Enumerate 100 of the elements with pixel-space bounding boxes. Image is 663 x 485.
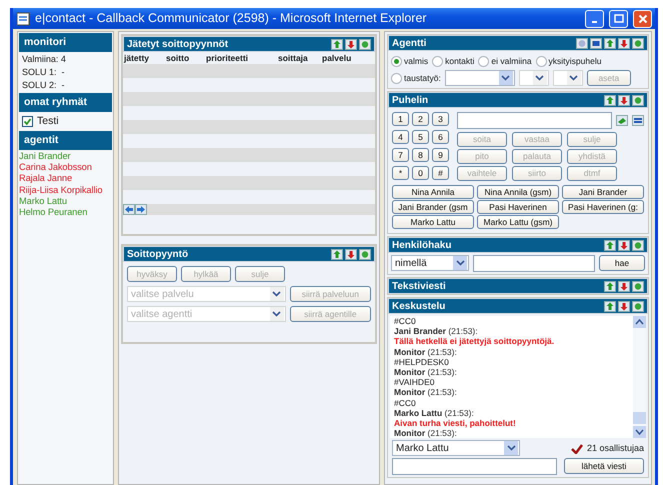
agent-name[interactable]: Carina Jakobsson (18, 162, 92, 174)
status-radio[interactable]: ei valmiina (478, 53, 532, 69)
disc-icon[interactable] (576, 38, 588, 48)
contact-button[interactable]: Nina Annila (gsm) (477, 185, 559, 199)
circle-icon[interactable] (632, 38, 644, 48)
download-icon[interactable] (618, 280, 630, 292)
download-icon[interactable] (618, 94, 630, 106)
chat-message: Jani Brander (21:53): (394, 326, 479, 336)
chevron-down-icon (501, 75, 510, 81)
chat-message: Monitor (21:53): (394, 346, 458, 357)
column-header: soitto (166, 52, 190, 64)
contact-button[interactable]: Pasi Haverinen (477, 200, 559, 214)
keypad-key[interactable]: # (432, 166, 449, 180)
search-field[interactable] (473, 255, 595, 272)
status-line: SOLU 1: - (21, 66, 66, 79)
contact-button[interactable]: Pasi Haverinen (g: (562, 200, 644, 214)
chat-message: Monitor (21:53): (394, 367, 458, 378)
left-arrow-icon[interactable] (123, 204, 135, 215)
status-line: SOLU 2: - (21, 79, 66, 92)
search-type-dropdown[interactable]: nimellä (391, 255, 469, 271)
status-line: Valmiina: 4 (21, 53, 67, 66)
column-header: jätetty (124, 52, 150, 64)
panel-title: Soittopyyntö (127, 248, 188, 262)
download-icon[interactable] (618, 300, 630, 312)
chevron-down-icon (569, 75, 578, 81)
upload-icon[interactable] (604, 94, 616, 106)
keypad-key[interactable]: 4 (392, 130, 409, 144)
keypad-key[interactable]: 8 (412, 148, 429, 162)
right-arrow-icon[interactable] (135, 204, 147, 215)
upload-icon[interactable] (604, 240, 616, 250)
scroll-down-icon[interactable] (633, 412, 646, 438)
recipient-dropdown[interactable]: Marko Lattu (392, 440, 520, 456)
agent-name[interactable]: Rajala Janne (18, 173, 72, 185)
download-icon[interactable] (345, 248, 357, 260)
column-header: prioriteetti (206, 52, 250, 64)
search-button[interactable]: hae (599, 255, 645, 271)
panel-title: Agentti (392, 36, 426, 50)
keypad-key[interactable]: 7 (392, 148, 409, 162)
upload-icon[interactable] (331, 248, 343, 260)
contact-button[interactable]: Nina Annila (392, 185, 474, 199)
contact-button[interactable]: Jani Brander (gsm (392, 200, 474, 214)
close-icon (638, 14, 647, 23)
window-icon[interactable] (590, 38, 602, 48)
status-radio[interactable]: taustatyö: (391, 70, 441, 86)
circle-icon[interactable] (632, 94, 644, 106)
chat-message: #VAIHDE0 (394, 377, 436, 388)
chevron-down-icon (456, 260, 464, 266)
keypad-key[interactable]: 3 (432, 112, 449, 126)
contact-button[interactable]: Jani Brander (562, 185, 644, 199)
close-button[interactable] (633, 10, 652, 28)
page-icon (16, 12, 30, 26)
circle-icon[interactable] (632, 300, 644, 312)
keypad-key[interactable]: 0 (412, 166, 429, 180)
chat-message: Monitor (21:53): (394, 387, 458, 398)
download-icon[interactable] (345, 38, 357, 50)
column-header: palvelu (322, 52, 352, 64)
download-icon[interactable] (618, 38, 630, 48)
participant-count: 21 osallistujaa (586, 442, 644, 455)
status-radio[interactable]: valmis (391, 53, 428, 69)
circle-icon[interactable] (359, 248, 371, 260)
circle-icon[interactable] (632, 280, 644, 292)
keypad-key[interactable]: 1 (392, 112, 409, 126)
keypad-key[interactable]: 6 (432, 130, 449, 144)
upload-icon[interactable] (604, 280, 616, 292)
contact-button[interactable]: Marko Lattu (gsm) (477, 215, 559, 229)
checkbox[interactable] (22, 116, 33, 127)
send-button[interactable]: lähetä viesti (564, 458, 644, 474)
circle-icon[interactable] (359, 38, 371, 50)
maximize-button[interactable] (609, 10, 628, 28)
agent-name[interactable]: Riija-Liisa Korpikallio (18, 184, 102, 196)
minimize-button[interactable] (585, 10, 604, 28)
chat-message: #CC0 (394, 398, 417, 408)
maximize-icon (614, 14, 624, 22)
scrollbar[interactable] (633, 316, 646, 438)
chevron-down-icon (272, 311, 282, 317)
message-field[interactable] (392, 458, 557, 476)
number-field[interactable] (457, 112, 612, 129)
keypad-key[interactable]: 9 (432, 148, 449, 162)
chat-message: Marko Lattu (21:53): (394, 408, 475, 418)
minimize-icon (592, 20, 596, 22)
chevron-down-icon (506, 445, 516, 452)
panel-title: Keskustelu (392, 300, 446, 314)
section-header: omat ryhmät (19, 93, 112, 112)
upload-icon[interactable] (604, 300, 616, 312)
keypad-key[interactable]: 5 (412, 130, 429, 144)
upload-icon[interactable] (604, 38, 616, 48)
keypad-key[interactable]: * (392, 166, 409, 180)
status-radio[interactable]: kontakti (432, 53, 474, 69)
chat-message: Tällä hetkellä ei jätettyjä soittopyyntöjä. (394, 336, 556, 347)
download-icon[interactable] (618, 240, 630, 250)
contact-button[interactable]: Marko Lattu (392, 215, 474, 229)
section-header: agentit (19, 131, 112, 150)
chevron-down-icon (272, 291, 282, 297)
chat-message: #HELPDESK0 (394, 356, 449, 368)
circle-icon[interactable] (632, 240, 644, 250)
upload-icon[interactable] (331, 38, 343, 50)
status-radio[interactable]: yksityispuhelu (536, 53, 602, 69)
chat-message: Aivan turha viesti, pahoittelut! (394, 418, 517, 428)
keypad-key[interactable]: 2 (412, 112, 429, 126)
scroll-up-icon[interactable] (633, 316, 646, 328)
